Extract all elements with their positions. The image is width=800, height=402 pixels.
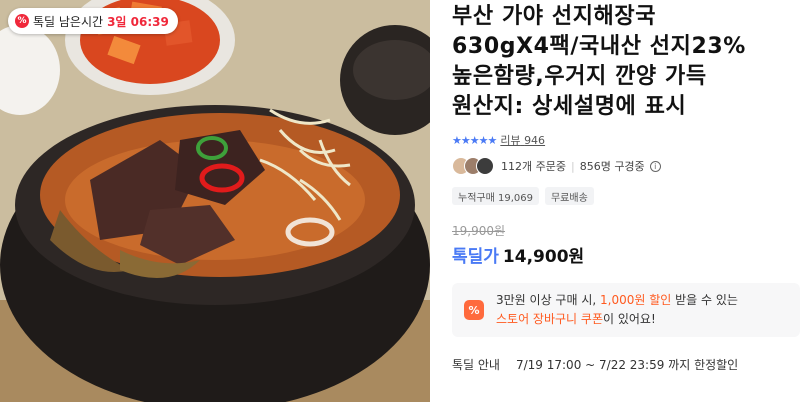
product-info-panel: 부산 가야 선지해장국 630gX4팩/국내산 선지23% 높은함량,우거지 깐… — [452, 0, 800, 402]
product-image[interactable]: % 톡딜 남은시간 3일 06:39 — [0, 0, 430, 402]
coupon-prefix: 3만원 이상 구매 시, — [496, 293, 600, 307]
title-line: 630gX4팩/국내산 선지23% — [452, 34, 746, 59]
coupon-suffix: 받을 수 있는 — [671, 293, 738, 307]
deal-timer-badge: % 톡딜 남은시간 3일 06:39 — [8, 8, 178, 34]
watching-count: 856명 구경중 — [579, 160, 645, 173]
soup-photo — [0, 0, 430, 402]
coupon-line-2: 스토어 장바구니 쿠폰이 있어요! — [496, 310, 738, 329]
tag-cumulative-purchases: 누적구매 19,069 — [452, 187, 539, 205]
buyer-avatars — [452, 157, 494, 175]
sale-price-row: 톡딜가 14,900원 — [452, 242, 584, 267]
sale-price: 14,900원 — [502, 247, 585, 267]
coupon-text: 3만원 이상 구매 시, 1,000원 할인 받을 수 있는 스토어 장바구니 … — [496, 291, 738, 329]
divider: | — [570, 159, 575, 173]
coupon-banner[interactable]: % 3만원 이상 구매 시, 1,000원 할인 받을 수 있는 스토어 장바구… — [452, 283, 800, 337]
deal-notice-period: 7/19 17:00 ~ 7/22 23:59 까지 한정할인 — [515, 358, 739, 372]
coupon-discount: 1,000원 할인 — [600, 293, 672, 307]
ordering-count: 112개 주문중 — [501, 160, 566, 173]
timer-label: 톡딜 남은시간 — [33, 14, 104, 29]
sale-price-label: 톡딜가 — [452, 247, 499, 267]
tag-row: 누적구매 19,069 무료배송 — [452, 187, 594, 205]
coupon-percent-icon: % — [464, 300, 484, 320]
star-rating-icon: ★★★★★ — [452, 133, 497, 147]
coupon-line2-suffix: 이 있어요! — [603, 312, 656, 326]
product-title: 부산 가야 선지해장국 630gX4팩/국내산 선지23% 높은함량,우거지 깐… — [452, 2, 800, 122]
info-icon[interactable]: i — [649, 160, 661, 172]
review-label: 리뷰 — [500, 134, 521, 147]
deal-notice-label: 톡딜 안내 — [452, 358, 500, 372]
coupon-line-1: 3만원 이상 구매 시, 1,000원 할인 받을 수 있는 — [496, 291, 738, 310]
coupon-store-cart: 스토어 장바구니 쿠폰 — [496, 312, 603, 326]
title-line: 원산지: 상세설명에 표시 — [452, 94, 687, 119]
rating-row: ★★★★★ 리뷰 946 — [452, 132, 545, 148]
avatar — [476, 157, 494, 175]
tag-free-shipping: 무료배송 — [544, 187, 594, 205]
percent-icon: % — [15, 14, 29, 28]
review-link[interactable]: 리뷰 946 — [500, 132, 545, 148]
order-status-row: 112개 주문중 | 856명 구경중 i — [452, 156, 661, 176]
original-price: 19,900원 — [452, 224, 506, 238]
title-line: 부산 가야 선지해장국 — [452, 4, 657, 29]
timer-countdown: 3일 06:39 — [107, 14, 169, 29]
review-count: 946 — [524, 134, 546, 147]
title-line: 높은함량,우거지 깐양 가득 — [452, 64, 707, 89]
deal-notice-row: 톡딜 안내 7/19 17:00 ~ 7/22 23:59 까지 한정할인 — [452, 356, 738, 373]
